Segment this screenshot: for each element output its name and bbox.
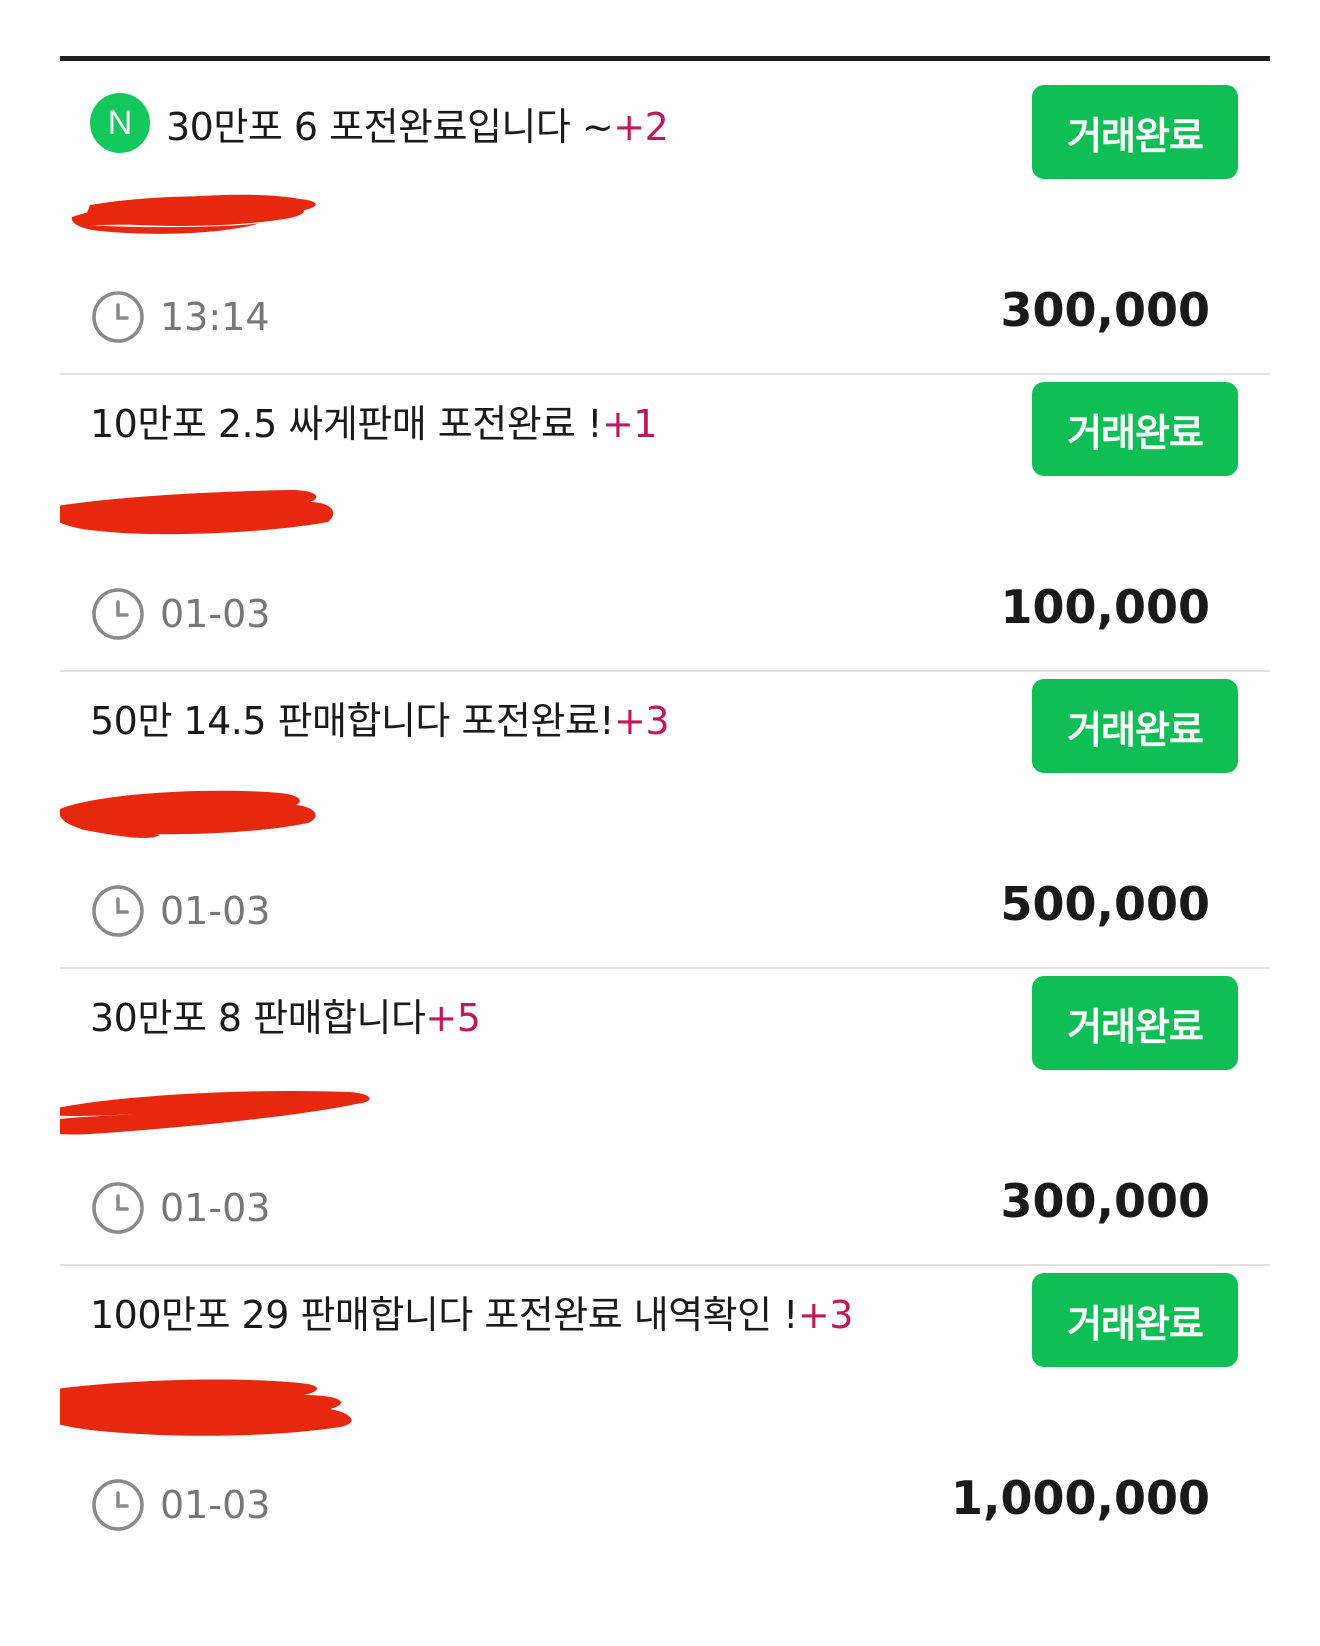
list-item[interactable]: 100만포 29 판매합니다 포전완료 내역확인 !+3 거래완료 01-03 … [60, 1249, 1270, 1561]
post-title-row[interactable]: 10만포 2.5 싸게판매 포전완료 !+1 [90, 392, 657, 448]
post-title-text[interactable]: 30만포 6 포전완료입니다 ~ [166, 105, 614, 149]
post-price: 100,000 [1000, 580, 1210, 634]
post-time: 01-03 [160, 1186, 271, 1230]
clock-icon [92, 1479, 144, 1531]
new-badge-icon: N [90, 93, 150, 153]
post-time: 01-03 [160, 1483, 271, 1527]
redacted-author-area [71, 194, 316, 234]
post-price: 300,000 [1000, 1174, 1210, 1228]
trade-complete-button[interactable]: 거래완료 [1032, 382, 1238, 476]
post-title-text[interactable]: 100만포 29 판매합니다 포전완료 내역확인 ! [90, 1293, 798, 1337]
redacted-author-area [60, 790, 316, 838]
redacted-author-area [60, 490, 334, 535]
post-time: 01-03 [160, 592, 271, 636]
list-item[interactable]: 30만포 8 판매합니다+5 거래완료 01-03 300,000 [60, 952, 1270, 1266]
comment-count: +5 [425, 995, 481, 1040]
post-meta: 01-03 [90, 1176, 270, 1240]
clock-icon [92, 291, 144, 343]
clock-icon [92, 588, 144, 640]
post-title[interactable]: 10만포 2.5 싸게판매 포전완료 !+1 [90, 393, 657, 448]
post-title-text[interactable]: 30만포 8 판매합니다 [90, 996, 426, 1040]
post-title-row[interactable]: 100만포 29 판매합니다 포전완료 내역확인 !+3 [90, 1283, 853, 1339]
comment-count: +2 [613, 104, 669, 149]
comment-count: +1 [601, 401, 658, 446]
post-time: 01-03 [160, 889, 271, 933]
post-title-text[interactable]: 10만포 2.5 싸게판매 포전완료 ! [90, 402, 602, 446]
post-meta: 13:14 [90, 285, 270, 349]
redacted-author-area [60, 1090, 370, 1135]
post-price: 1,000,000 [951, 1471, 1210, 1525]
post-price: 300,000 [1000, 283, 1210, 337]
post-title[interactable]: 50만 14.5 판매합니다 포전완료!+3 [90, 690, 670, 745]
post-time: 13:14 [160, 295, 270, 339]
post-title-row[interactable]: N 30만포 6 포전완료입니다 ~+2 [90, 93, 669, 153]
post-title[interactable]: 30만포 6 포전완료입니다 ~+2 [166, 96, 669, 151]
list-item[interactable]: N 30만포 6 포전완료입니다 ~+2 거래완료 13:14 300,000 [60, 61, 1270, 375]
post-meta: 01-03 [90, 1473, 270, 1537]
clock-icon [92, 885, 144, 937]
trade-complete-button[interactable]: 거래완료 [1032, 85, 1238, 179]
redacted-author-area [60, 1379, 352, 1436]
post-meta: 01-03 [90, 582, 270, 646]
post-title-text[interactable]: 50만 14.5 판매합니다 포전완료! [90, 699, 615, 743]
post-price: 500,000 [1000, 877, 1210, 931]
list-item[interactable]: 50만 14.5 판매합니다 포전완료!+3 거래완료 01-03 500,00… [60, 655, 1270, 969]
comment-count: +3 [614, 698, 670, 743]
trade-complete-button[interactable]: 거래완료 [1032, 1273, 1238, 1367]
post-title-row[interactable]: 50만 14.5 판매합니다 포전완료!+3 [90, 689, 670, 745]
post-title-row[interactable]: 30만포 8 판매합니다+5 [90, 986, 481, 1042]
list-item[interactable]: 10만포 2.5 싸게판매 포전완료 !+1 거래완료 01-03 100,00… [60, 358, 1270, 672]
trade-complete-button[interactable]: 거래완료 [1032, 679, 1238, 773]
post-title[interactable]: 30만포 8 판매합니다+5 [90, 987, 481, 1042]
post-title[interactable]: 100만포 29 판매합니다 포전완료 내역확인 !+3 [90, 1284, 853, 1339]
trade-complete-button[interactable]: 거래완료 [1032, 976, 1238, 1070]
post-meta: 01-03 [90, 879, 270, 943]
comment-count: +3 [797, 1292, 854, 1337]
clock-icon [92, 1182, 144, 1234]
